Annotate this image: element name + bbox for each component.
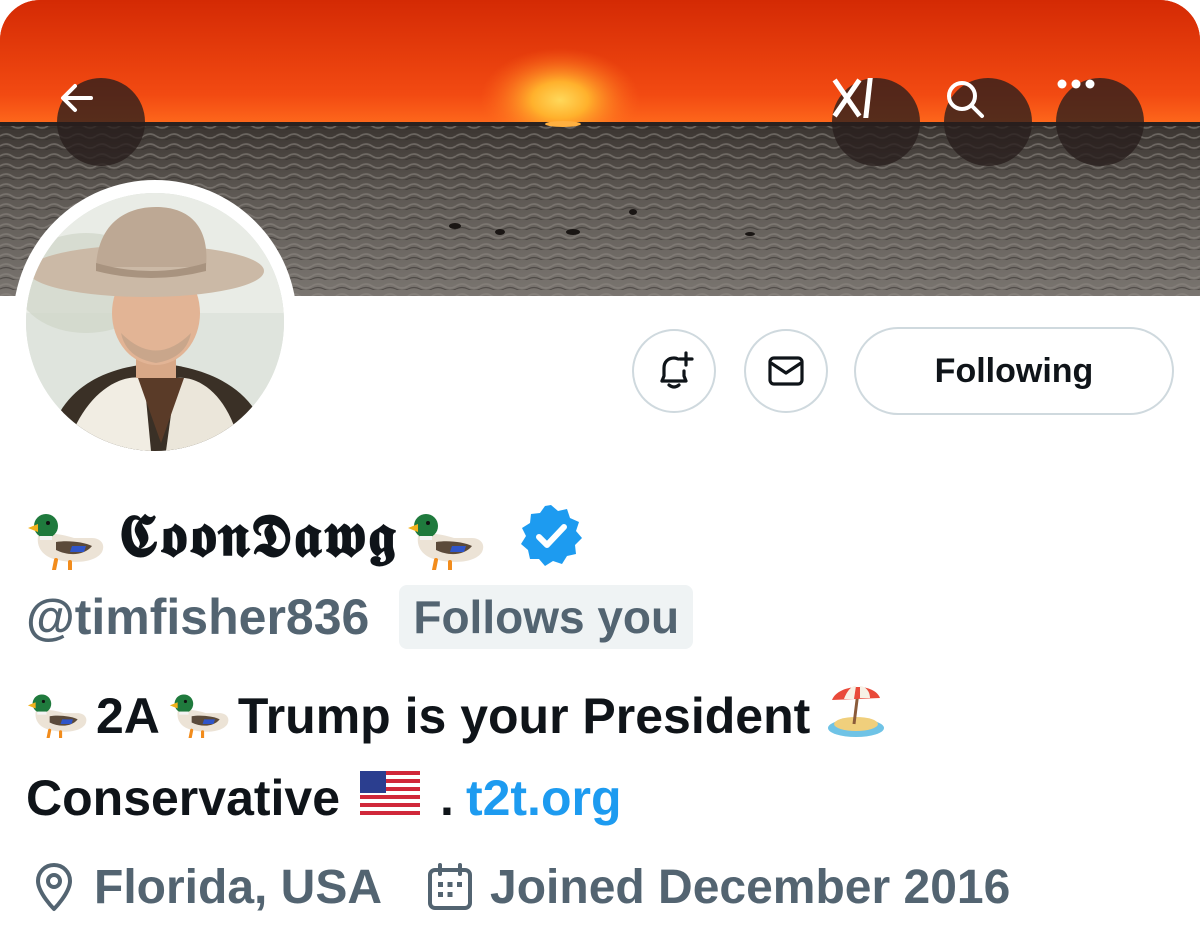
location-text: Florida, USA <box>94 860 383 914</box>
verified-badge-icon[interactable] <box>518 503 584 569</box>
following-button[interactable]: Following <box>854 327 1174 415</box>
back-button[interactable] <box>57 78 145 166</box>
grok-logo-icon <box>832 78 873 118</box>
joined-date: Joined December 2016 <box>426 860 1010 915</box>
bell-plus-icon <box>660 351 694 389</box>
duck-emoji-icon <box>406 498 490 574</box>
bio-line-1: 2A Trump is your President <box>26 680 888 752</box>
island-emoji-icon <box>824 678 888 754</box>
avatar[interactable] <box>13 180 297 464</box>
calendar-icon <box>426 862 474 912</box>
handle-row: @timfisher836 Follows you <box>26 584 694 650</box>
location: Florida, USA <box>30 860 382 915</box>
search-icon <box>947 81 984 118</box>
bio-text: Conservative <box>26 770 341 826</box>
duck-emoji-icon <box>26 498 110 574</box>
bio-link[interactable]: t2t.org <box>466 769 622 827</box>
more-horizontal-icon <box>1057 79 1095 89</box>
display-name-row: 𝕮𝖔𝖔𝖓𝕯𝖆𝖜𝖌 <box>26 488 584 584</box>
search-button[interactable] <box>944 78 1032 166</box>
location-pin-icon <box>30 861 78 913</box>
bio-line-2: Conservative . t2t.org <box>26 762 622 834</box>
handle: @timfisher836 <box>26 589 370 645</box>
message-button[interactable] <box>744 329 828 413</box>
more-button[interactable] <box>1056 78 1144 166</box>
bio-text: 2A <box>96 688 160 744</box>
profile-page: Following 𝕮𝖔𝖔𝖓𝕯𝖆𝖜𝖌 @timfisher836 Follows… <box>0 0 1200 949</box>
bio-text: Trump is your President <box>237 688 811 744</box>
profile-meta: Florida, USA Joined December 2016 <box>30 852 1010 922</box>
us-flag-emoji-icon <box>360 769 421 827</box>
duck-emoji-icon <box>26 682 92 750</box>
bio-separator: . <box>440 770 454 826</box>
envelope-icon <box>768 356 804 386</box>
joined-text: Joined December 2016 <box>490 860 1011 914</box>
arrow-left-icon <box>61 84 93 112</box>
avatar-image <box>26 193 284 451</box>
duck-emoji-icon <box>168 682 234 750</box>
notify-button[interactable] <box>632 329 716 413</box>
follows-you-badge: Follows you <box>399 585 694 649</box>
grok-button[interactable] <box>832 78 920 166</box>
display-name: 𝕮𝖔𝖔𝖓𝕯𝖆𝖜𝖌 <box>118 501 398 571</box>
